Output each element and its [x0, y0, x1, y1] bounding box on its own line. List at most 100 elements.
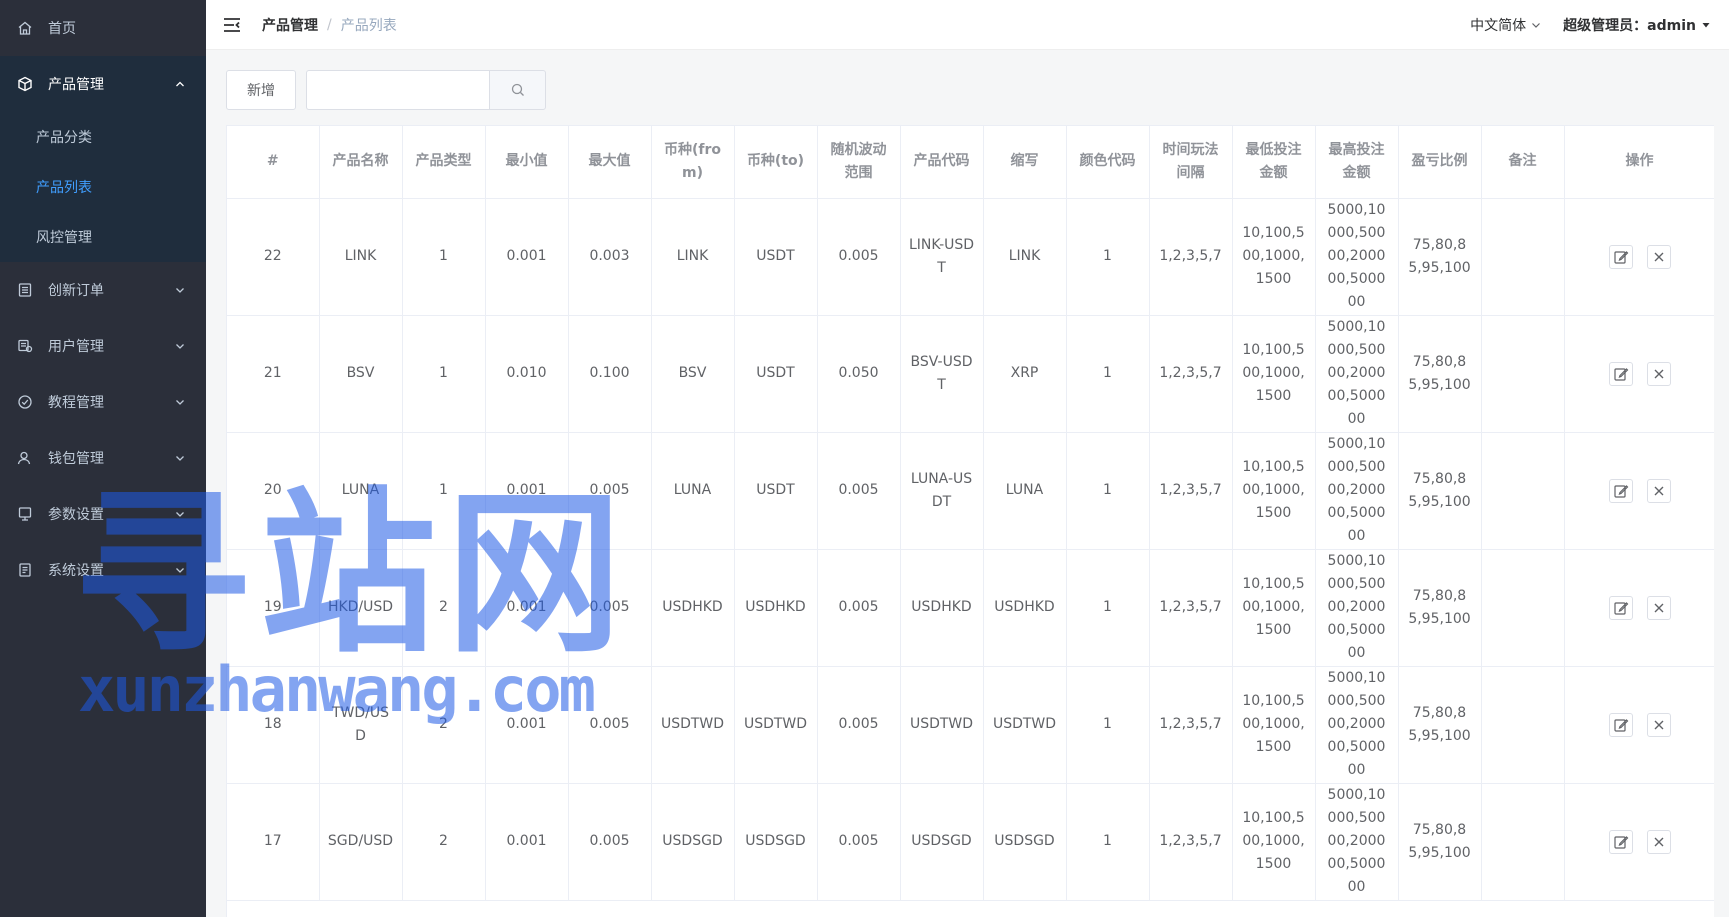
table-cell: LUNA-USDT — [900, 432, 984, 550]
table-cell: LINK — [651, 198, 735, 316]
sidebar-item-home[interactable]: 首页 — [0, 0, 206, 56]
sidebar-subitem-label: 风控管理 — [36, 230, 92, 246]
table-cell: 1 — [1066, 783, 1150, 901]
sidebar-item-label: 钱包管理 — [48, 451, 104, 467]
table-cell: 75,80,85,95,100 — [1398, 783, 1482, 901]
chevron-down-icon — [176, 288, 184, 293]
sidebar-item-label: 教程管理 — [48, 395, 104, 411]
caret-down-icon — [1702, 23, 1710, 28]
column-header: 最低投注金额 — [1232, 126, 1316, 199]
table-cell: 10,100,500,1000,1500 — [1232, 666, 1316, 784]
delete-button[interactable] — [1646, 478, 1671, 503]
home-icon — [16, 19, 34, 37]
column-header: 产品类型 — [402, 126, 486, 199]
edit-icon — [1613, 834, 1629, 850]
close-icon — [1651, 366, 1667, 382]
sidebar-item-product[interactable]: 产品管理 — [0, 56, 206, 112]
table-cell — [1481, 198, 1565, 316]
table-cell: 10,100,500,1000,1500 — [1232, 783, 1316, 901]
column-header: 币种(from) — [651, 126, 735, 199]
table-cell: 5000,10000,50000,200000,500000 — [1315, 783, 1399, 901]
delete-button[interactable] — [1646, 595, 1671, 620]
table-cell: 0.005 — [568, 666, 652, 784]
table-cell: XRP — [983, 315, 1067, 433]
table-cell: 5000,10000,50000,200000,500000 — [1315, 315, 1399, 433]
sidebar-item-users[interactable]: 用户管理 — [0, 318, 206, 374]
table-cell: 0.050 — [817, 315, 901, 433]
sidebar: 首页 产品管理 产品分类 产品列表 风控管理 创新订单 用户管理 教程管理 钱包… — [0, 0, 206, 917]
list-icon — [16, 281, 34, 299]
table-cell: 2 — [402, 666, 486, 784]
table-cell: USDT — [734, 198, 818, 316]
table-cell — [1481, 666, 1565, 784]
top-navbar: 产品管理 / 产品列表 中文简体 超级管理员：admin — [206, 0, 1729, 50]
column-header: 盈亏比例 — [1398, 126, 1482, 199]
sidebar-subitem-risk-control[interactable]: 风控管理 — [0, 212, 206, 262]
table-cell: USDSGD — [983, 783, 1067, 901]
table-cell: BSV — [651, 315, 735, 433]
delete-button[interactable] — [1646, 361, 1671, 386]
table-cell: 1,2,3,5,7 — [1149, 315, 1233, 433]
hamburger-icon[interactable] — [222, 15, 242, 35]
column-header: # — [227, 126, 320, 199]
table-cell — [1481, 315, 1565, 433]
table-cell: 0.005 — [817, 198, 901, 316]
table-row: 20 LUNA 1 0.001 0.005 LUNA USDT 0.005 LUNA-USDT L… — [227, 432, 1714, 550]
chevron-down-icon — [176, 568, 184, 573]
actions-cell — [1564, 198, 1714, 316]
sidebar-subitem-category[interactable]: 产品分类 — [0, 112, 206, 162]
edit-button[interactable] — [1608, 478, 1633, 503]
delete-button[interactable] — [1646, 244, 1671, 269]
edit-button[interactable] — [1608, 361, 1633, 386]
table-cell: USDHKD — [734, 549, 818, 667]
edit-button[interactable] — [1608, 244, 1633, 269]
table-cell: LINK-USDT — [900, 198, 984, 316]
search-button[interactable] — [489, 70, 546, 110]
table-cell: 10,100,500,1000,1500 — [1232, 432, 1316, 550]
table-cell: USDHKD — [900, 549, 984, 667]
edit-button[interactable] — [1608, 712, 1633, 737]
edit-icon — [1613, 717, 1629, 733]
table-cell: 1 — [402, 432, 486, 550]
table-cell: 0.001 — [485, 666, 569, 784]
table-cell: 0.005 — [568, 783, 652, 901]
row-actions — [1573, 478, 1707, 503]
edit-button[interactable] — [1608, 595, 1633, 620]
sidebar-item-wallet[interactable]: 钱包管理 — [0, 430, 206, 486]
table-cell: 5000,10000,50000,200000,500000 — [1315, 198, 1399, 316]
row-actions — [1573, 361, 1707, 386]
column-header: 产品代码 — [900, 126, 984, 199]
sidebar-item-orders[interactable]: 创新订单 — [0, 262, 206, 318]
table-cell: 5000,10000,50000,200000,500000 — [1315, 432, 1399, 550]
table-cell: 10,100,500,1000,1500 — [1232, 315, 1316, 433]
close-icon — [1651, 834, 1667, 850]
delete-button[interactable] — [1646, 829, 1671, 854]
sidebar-item-system[interactable]: 系统设置 — [0, 542, 206, 598]
table-cell: USDSGD — [900, 783, 984, 901]
chevron-down-icon — [176, 400, 184, 405]
chevron-down-icon — [176, 512, 184, 517]
close-icon — [1651, 483, 1667, 499]
document-icon — [16, 561, 34, 579]
edit-button[interactable] — [1608, 829, 1633, 854]
table-row: 22 LINK 1 0.001 0.003 LINK USDT 0.005 LINK-USDT L… — [227, 198, 1714, 316]
user-dropdown[interactable]: 超级管理员：admin — [1563, 15, 1711, 35]
table-cell: USDHKD — [983, 549, 1067, 667]
table-cell: 1,2,3,5,7 — [1149, 432, 1233, 550]
search-input[interactable] — [306, 70, 489, 110]
breadcrumb-item-product[interactable]: 产品管理 — [262, 15, 318, 35]
sidebar-subitem-product-list[interactable]: 产品列表 — [0, 162, 206, 212]
table-cell: LINK — [319, 198, 403, 316]
language-dropdown[interactable]: 中文简体 — [1470, 15, 1541, 35]
table-cell: USDTWD — [900, 666, 984, 784]
sidebar-item-params[interactable]: 参数设置 — [0, 486, 206, 542]
row-actions — [1573, 829, 1707, 854]
sidebar-item-label: 用户管理 — [48, 339, 104, 355]
delete-button[interactable] — [1646, 712, 1671, 737]
table-cell: BSV — [319, 315, 403, 433]
column-header: 最小值 — [485, 126, 569, 199]
table-cell: LUNA — [651, 432, 735, 550]
table-cell: 1,2,3,5,7 — [1149, 198, 1233, 316]
sidebar-item-tutorials[interactable]: 教程管理 — [0, 374, 206, 430]
add-button[interactable]: 新增 — [226, 70, 296, 110]
